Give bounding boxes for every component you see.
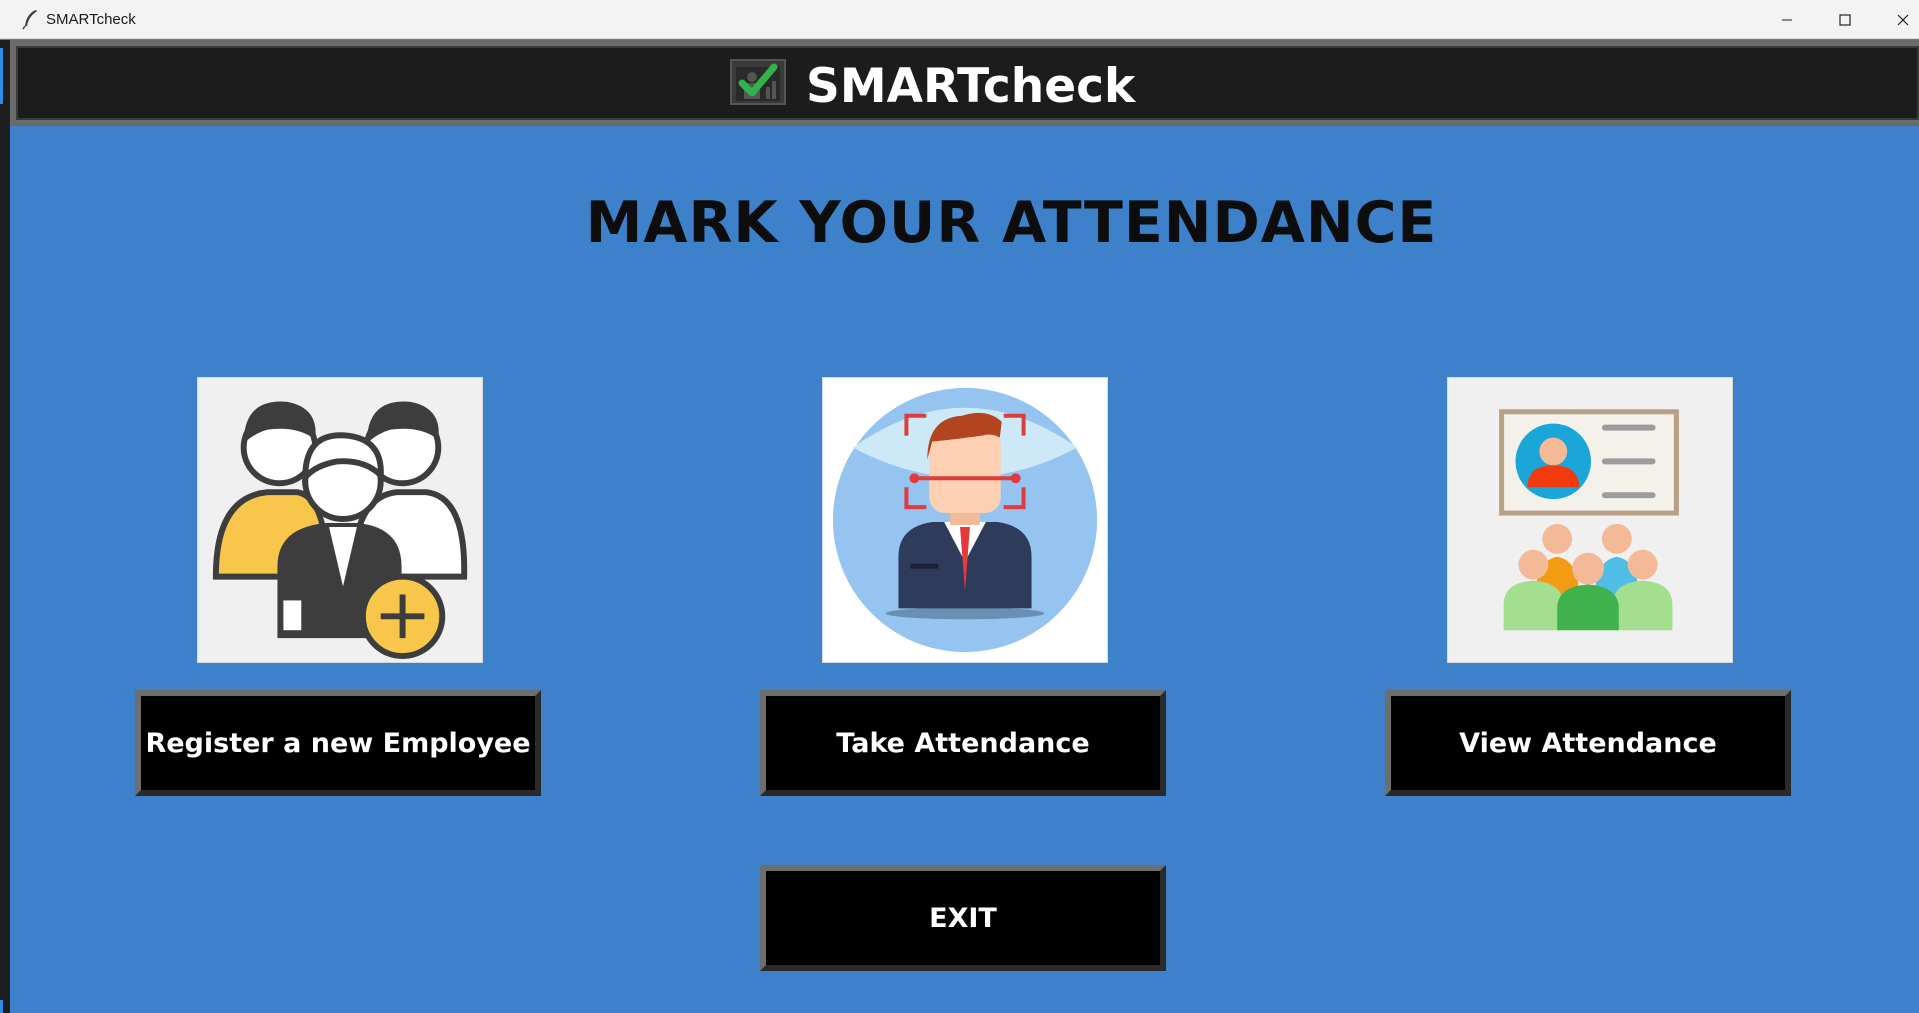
face-recognition-illustration	[832, 387, 1098, 653]
desktop-edge-accent	[0, 48, 3, 104]
register-employee-icon	[197, 377, 483, 663]
desktop-edge	[0, 40, 10, 1013]
close-icon	[1897, 14, 1909, 25]
minimize-icon	[1782, 19, 1792, 20]
app-header: SMARTcheck	[10, 40, 1919, 126]
app-title: SMARTcheck	[806, 59, 1136, 114]
maximize-icon	[1839, 13, 1851, 26]
view-attendance-illustration	[1499, 409, 1679, 631]
attendance-check-icon	[730, 59, 786, 105]
register-employee-button[interactable]: Register a new Employee	[135, 690, 541, 796]
take-attendance-button[interactable]: Take Attendance	[760, 690, 1166, 796]
register-employee-illustration	[212, 401, 468, 660]
page-heading: MARK YOUR ATTENDANCE	[585, 190, 1438, 256]
maximize-button[interactable]	[1816, 0, 1874, 39]
view-attendance-button[interactable]: View Attendance	[1385, 690, 1791, 796]
window-titlebar: SMARTcheck	[0, 0, 1919, 39]
face-recognition-icon	[822, 377, 1108, 663]
minimize-button[interactable]	[1758, 0, 1816, 39]
close-button[interactable]	[1874, 0, 1919, 39]
view-attendance-icon	[1447, 377, 1733, 663]
exit-button[interactable]: EXIT	[760, 865, 1166, 971]
desktop-edge-accent	[0, 1000, 3, 1013]
feather-icon	[22, 10, 37, 30]
window-title: SMARTcheck	[46, 11, 136, 28]
